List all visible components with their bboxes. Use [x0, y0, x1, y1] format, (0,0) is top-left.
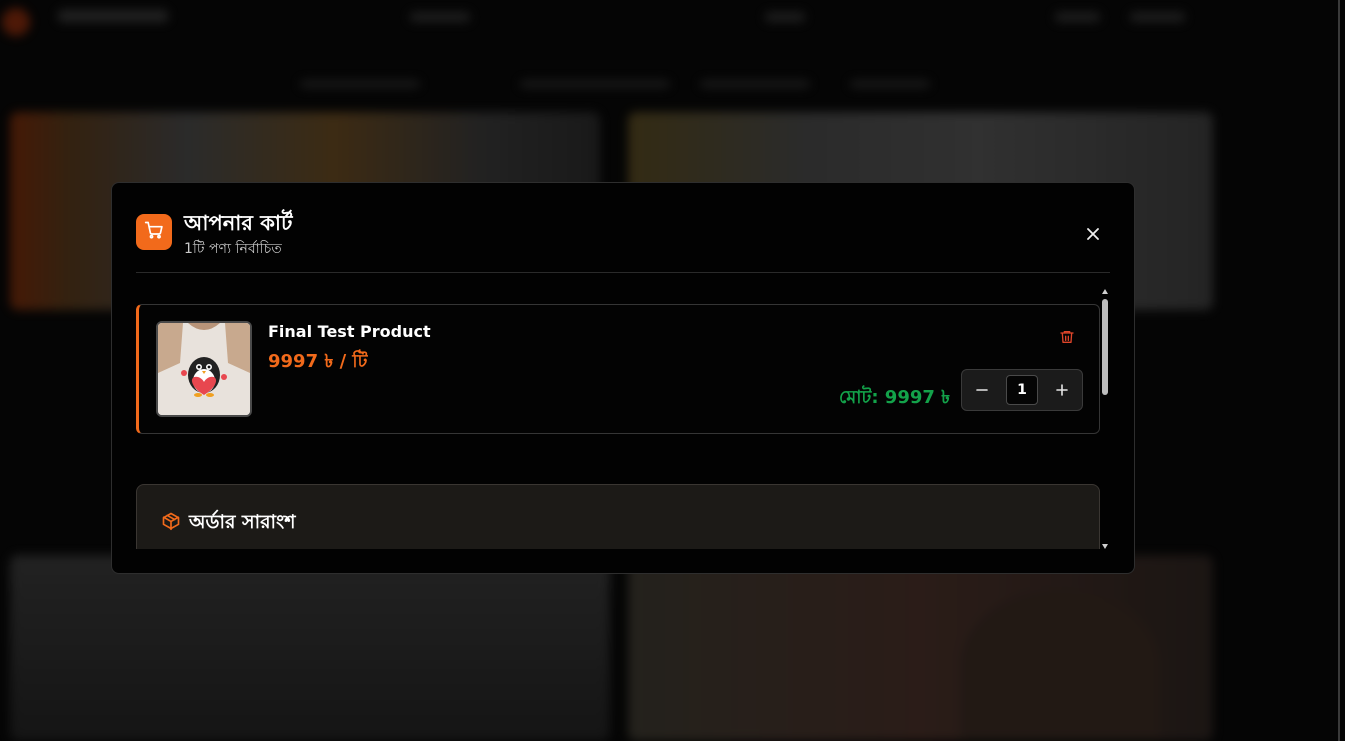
quantity-stepper: 1	[961, 369, 1083, 411]
background-nav-link	[1130, 12, 1185, 22]
trash-icon	[1059, 329, 1075, 349]
background-nav-link	[765, 12, 805, 22]
background-avatar-shape	[960, 590, 1160, 741]
cart-close-button[interactable]	[1082, 223, 1104, 245]
cart-scrollbar[interactable]	[1100, 289, 1110, 549]
background-category	[700, 80, 810, 88]
order-summary-title: অর্ডার সারাংশ	[189, 511, 296, 533]
item-total: মোট: 9997 ৳	[839, 387, 951, 408]
background-logo	[2, 8, 30, 36]
background-nav-link	[410, 12, 470, 22]
cart-subtitle: 1টি পণ্য নির্বাচিত	[184, 241, 282, 257]
cart-badge	[136, 214, 172, 250]
background-category	[850, 80, 930, 88]
cart-item: Final Test Product 9997 ৳ / টি মোট: 9997…	[136, 304, 1100, 434]
order-summary: অর্ডার সারাংশ	[136, 484, 1100, 549]
scroll-up-arrow[interactable]	[1102, 289, 1108, 294]
page-scrollbar[interactable]	[1338, 0, 1340, 741]
background-nav-link	[1055, 12, 1100, 22]
background-navbar	[0, 0, 1340, 40]
increase-quantity-button[interactable]	[1050, 378, 1074, 402]
cart-header: আপনার কার্ট 1টি পণ্য নির্বাচিত	[136, 207, 1110, 273]
quantity-input[interactable]: 1	[1006, 375, 1038, 405]
background-category	[300, 80, 420, 88]
cart-scroll-area[interactable]: Final Test Product 9997 ৳ / টি মোট: 9997…	[136, 289, 1126, 549]
background-product-card	[10, 555, 610, 741]
product-thumbnail	[156, 321, 252, 417]
minus-icon	[976, 381, 988, 400]
remove-item-button[interactable]	[1057, 329, 1077, 349]
plus-icon	[1056, 381, 1068, 400]
cart-dialog: আপনার কার্ট 1টি পণ্য নির্বাচিত Final Tes…	[111, 182, 1135, 574]
scroll-down-arrow[interactable]	[1102, 544, 1108, 549]
close-icon	[1087, 225, 1099, 244]
background-category	[520, 80, 670, 88]
product-name: Final Test Product	[268, 322, 431, 341]
product-unit-price: 9997 ৳ / টি	[268, 351, 368, 372]
background-logo-text	[58, 10, 168, 22]
package-icon	[161, 511, 183, 533]
shopping-cart-icon	[144, 220, 164, 244]
scroll-thumb[interactable]	[1102, 299, 1108, 395]
decrease-quantity-button[interactable]	[970, 378, 994, 402]
